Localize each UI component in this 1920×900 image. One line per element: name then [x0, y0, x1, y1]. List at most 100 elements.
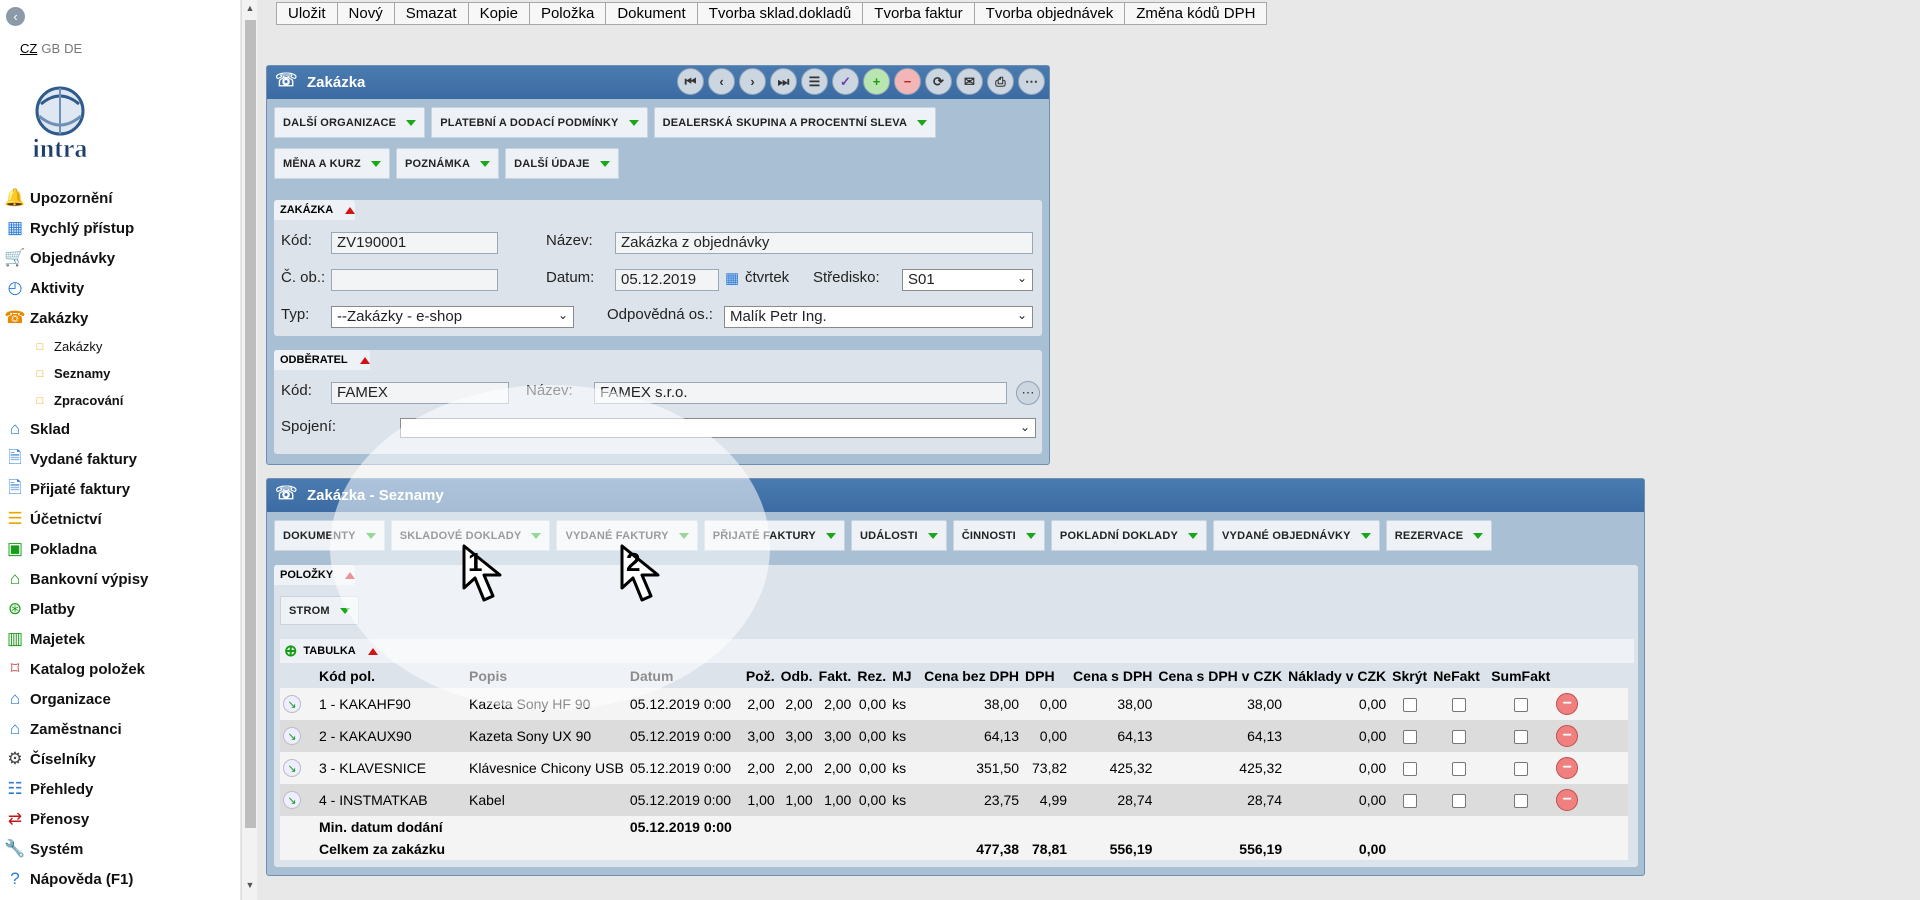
nefakt-checkbox[interactable]: [1452, 762, 1467, 777]
tab-6[interactable]: POKLADNÍ DOKLADY: [1050, 520, 1208, 551]
tab-1[interactable]: SKLADOVÉ DOKLADY: [390, 520, 551, 551]
table-row[interactable]: ↘ 3 - KLAVESNICE Klávesnice Chicony USB 05.…: [280, 752, 1628, 784]
last-record-icon[interactable]: ⏭: [770, 68, 797, 95]
tab-5[interactable]: DALŠÍ ÚDAJE: [505, 148, 619, 179]
row-link-icon[interactable]: ↘: [283, 727, 301, 746]
odberatel-section-header[interactable]: ODBĚRATEL: [274, 350, 370, 370]
tab-3[interactable]: PŘIJATÉ FAKTURY: [703, 520, 845, 551]
tabulka-header[interactable]: ⊕ TABULKA: [280, 639, 1634, 663]
tab-2[interactable]: VYDANÉ FAKTURY: [556, 520, 698, 551]
sidebar-item-9[interactable]: 🗎 Vydané faktury: [0, 444, 148, 474]
row-link-icon[interactable]: ↘: [283, 759, 301, 778]
tab-8[interactable]: REZERVACE: [1385, 520, 1493, 551]
nefakt-checkbox[interactable]: [1452, 698, 1467, 713]
mail-icon[interactable]: ✉: [956, 68, 983, 95]
toolbar-button-6[interactable]: Tvorba sklad.dokladů: [696, 2, 864, 25]
datum-field[interactable]: 05.12.2019: [615, 269, 719, 291]
table-row[interactable]: ↘ 2 - KAKAUX90 Kazeta Sony UX 90 05.12.2019…: [280, 720, 1628, 752]
remove-row-icon[interactable]: −: [1556, 757, 1579, 779]
toolbar-button-3[interactable]: Kopie: [467, 2, 530, 25]
sidebar-item-23[interactable]: ? Nápověda (F1): [0, 864, 148, 894]
confirm-icon[interactable]: ✓: [832, 68, 859, 95]
nefakt-checkbox[interactable]: [1452, 794, 1467, 809]
kod-field[interactable]: ZV190001: [331, 232, 498, 254]
toolbar-button-2[interactable]: Smazat: [393, 2, 469, 25]
tab-4[interactable]: POZNÁMKA: [395, 148, 500, 179]
tab-7[interactable]: VYDANÉ OBJEDNÁVKY: [1213, 520, 1380, 551]
sumfakt-checkbox[interactable]: [1513, 762, 1528, 777]
zakazka-section-header[interactable]: ZAKÁZKA: [274, 200, 356, 220]
language-de[interactable]: DE: [64, 41, 82, 56]
sidebar-item-16[interactable]: ⌑ Katalog položek: [0, 654, 148, 684]
sumfakt-checkbox[interactable]: [1513, 698, 1528, 713]
collapse-sidebar-button[interactable]: ‹: [6, 7, 25, 26]
sidebar-item-5[interactable]: □ Zakázky: [0, 333, 148, 360]
tab-0[interactable]: DOKUMENTY: [274, 520, 385, 551]
tab-3[interactable]: MĚNA A KURZ: [274, 148, 390, 179]
toolbar-button-5[interactable]: Dokument: [605, 2, 698, 25]
sidebar-item-21[interactable]: ⇄ Přenosy: [0, 804, 148, 834]
scroll-up-icon[interactable]: ▲: [242, 3, 258, 13]
toolbar-button-7[interactable]: Tvorba faktur: [862, 2, 975, 25]
sidebar-item-1[interactable]: ▦ Rychlý přístup: [0, 213, 148, 243]
refresh-icon[interactable]: ⟳: [925, 68, 952, 95]
sidebar-item-18[interactable]: ⌂ Zaměstnanci: [0, 714, 148, 744]
remove-icon[interactable]: −: [894, 68, 921, 95]
tab-5[interactable]: ČINNOSTI: [952, 520, 1045, 551]
toolbar-button-4[interactable]: Položka: [528, 2, 607, 25]
toolbar-button-0[interactable]: Uložit: [276, 2, 338, 25]
skryt-checkbox[interactable]: [1402, 698, 1417, 713]
nazev-field[interactable]: Zakázka z objednávky: [615, 232, 1033, 254]
table-row[interactable]: ↘ 1 - KAKAHF90 Kazeta Sony HF 90 05.12.2019…: [280, 688, 1628, 720]
scroll-down-icon[interactable]: ▼: [242, 880, 258, 890]
sidebar-item-2[interactable]: 🛒 Objednávky: [0, 243, 148, 273]
remove-row-icon[interactable]: −: [1556, 693, 1579, 715]
calendar-icon[interactable]: ▦: [725, 269, 739, 287]
sidebar-item-13[interactable]: ⌂ Bankovní výpisy: [0, 564, 149, 594]
add-icon[interactable]: ⊕: [284, 641, 297, 661]
sidebar-item-22[interactable]: 🔧 Systém: [0, 834, 148, 864]
first-record-icon[interactable]: ⏮: [677, 68, 704, 95]
row-link-icon[interactable]: ↘: [283, 695, 301, 714]
sidebar-item-4[interactable]: ☎ Zakázky: [0, 303, 148, 333]
table-row[interactable]: ↘ 4 - INSTMATKAB Kabel 05.12.2019 0:00 1,00 1…: [280, 784, 1628, 816]
sidebar-item-20[interactable]: ☷ Přehledy: [0, 774, 148, 804]
cislo-objednavky-field[interactable]: [331, 269, 498, 291]
print-icon[interactable]: ⎙: [987, 68, 1014, 95]
polozky-section-header[interactable]: POLOŽKY: [274, 565, 356, 585]
list-icon[interactable]: ☰: [801, 68, 828, 95]
prev-record-icon[interactable]: ‹: [708, 68, 735, 95]
sidebar-item-10[interactable]: 🗎 Přijaté faktury: [0, 474, 148, 504]
row-link-icon[interactable]: ↘: [283, 791, 301, 810]
sidebar-item-0[interactable]: 🔔 Upozornění: [0, 183, 148, 213]
sidebar-item-11[interactable]: ☰ Účetnictví: [0, 504, 148, 534]
sidebar-item-19[interactable]: ⚙ Číselníky: [0, 744, 148, 774]
nefakt-checkbox[interactable]: [1452, 730, 1467, 745]
toolbar-button-8[interactable]: Tvorba objednávek: [973, 2, 1126, 25]
language-cz[interactable]: CZ: [20, 41, 37, 56]
skryt-checkbox[interactable]: [1402, 730, 1417, 745]
stredisko-select[interactable]: S01 ⌄: [902, 269, 1033, 291]
remove-row-icon[interactable]: −: [1556, 725, 1579, 747]
typ-select[interactable]: --Zakázky - e-shop ⌄: [331, 306, 574, 328]
skryt-checkbox[interactable]: [1402, 794, 1417, 809]
remove-row-icon[interactable]: −: [1556, 789, 1579, 811]
scrollbar-thumb[interactable]: [245, 20, 256, 828]
tab-4[interactable]: UDÁLOSTI: [850, 520, 947, 551]
add-icon[interactable]: +: [863, 68, 890, 95]
tab-1[interactable]: PLATEBNÍ A DODACÍ PODMÍNKY: [431, 107, 648, 138]
sidebar-item-17[interactable]: ⌂ Organizace: [0, 684, 148, 714]
spojeni-select[interactable]: ⌄: [400, 418, 1036, 438]
sidebar-item-8[interactable]: ⌂ Sklad: [0, 414, 148, 444]
sidebar-item-12[interactable]: ▣ Pokladna: [0, 534, 148, 564]
skryt-checkbox[interactable]: [1402, 762, 1417, 777]
sidebar-item-7[interactable]: □ Zpracování: [0, 387, 148, 414]
odberatel-kod-field[interactable]: FAMEX: [331, 382, 509, 404]
strom-tab[interactable]: STROM: [280, 596, 359, 625]
sidebar-item-14[interactable]: ⊛ Platby: [0, 594, 148, 624]
odpovedna-select[interactable]: Malík Petr Ing. ⌄: [724, 306, 1033, 328]
tab-2[interactable]: DEALERSKÁ SKUPINA A PROCENTNÍ SLEVA: [653, 107, 937, 138]
more-icon[interactable]: ⋯: [1016, 381, 1040, 405]
tab-0[interactable]: DALŠÍ ORGANIZACE: [274, 107, 426, 138]
sidebar-item-3[interactable]: ◴ Aktivity: [0, 273, 148, 303]
